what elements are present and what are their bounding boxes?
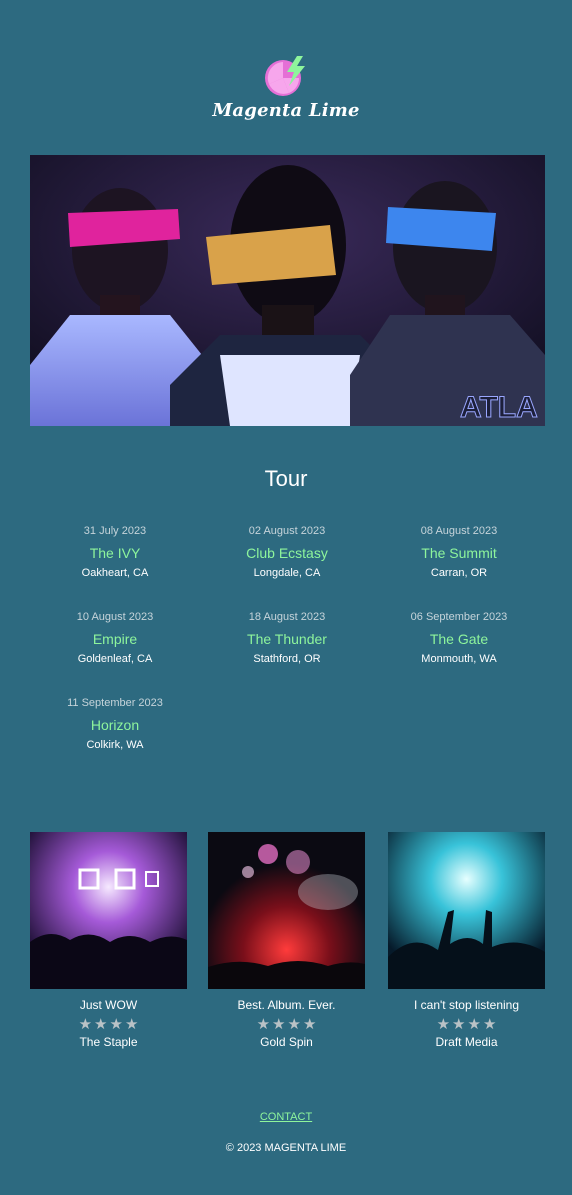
star-icon: ★ xyxy=(256,1016,271,1033)
tour-city: Monmouth, WA xyxy=(421,653,497,665)
star-rating: ★ ★ ★ ★ xyxy=(208,1016,365,1033)
review-source: The Staple xyxy=(79,1035,138,1049)
review-card: I can't stop listening ★ ★ ★ ★ Draft Media xyxy=(388,832,545,1049)
copyright: © 2023 MAGENTA LIME xyxy=(225,1142,347,1154)
star-icon: ★ xyxy=(302,1016,317,1033)
star-icon: ★ xyxy=(287,1016,301,1033)
review-source: Gold Spin xyxy=(260,1035,313,1049)
tour-event: 11 September 2023 Horizon Colkirk, WA xyxy=(30,696,200,752)
tour-city: Colkirk, WA xyxy=(86,739,144,751)
tour-event: 06 September 2023 The Gate Monmouth, WA xyxy=(374,610,544,666)
concert-crowd-purple-photo xyxy=(30,832,187,989)
tour-date: 08 August 2023 xyxy=(420,525,498,537)
tour-city: Stathford, OR xyxy=(253,653,321,665)
tour-venue: The IVY xyxy=(89,545,141,561)
star-rating: ★ ★ ★ ★ xyxy=(30,1016,187,1033)
tour-city: Longdale, CA xyxy=(253,567,321,579)
review-card: Best. Album. Ever. ★ ★ ★ ★ Gold Spin xyxy=(208,832,365,1049)
tour-date: 10 August 2023 xyxy=(76,611,154,623)
tour-date: 11 September 2023 xyxy=(67,697,163,709)
tour-venue: The Thunder xyxy=(247,631,327,647)
tour-venue: The Gate xyxy=(429,631,489,647)
star-icon: ★ xyxy=(94,1016,108,1033)
star-icon: ★ xyxy=(78,1016,93,1033)
contact-link[interactable]: CONTACT xyxy=(0,1111,572,1123)
tour-event: 02 August 2023 Club Ecstasy Longdale, CA xyxy=(202,524,372,580)
tour-venue: Club Ecstasy xyxy=(246,545,328,561)
concert-fireworks-red-photo xyxy=(208,832,365,989)
brand-logo[interactable] xyxy=(0,54,572,98)
star-icon: ★ xyxy=(272,1016,286,1033)
star-icon: ★ xyxy=(109,1016,123,1033)
tour-date: 02 August 2023 xyxy=(248,525,326,537)
star-icon: ★ xyxy=(467,1016,481,1033)
tour-venue: The Summit xyxy=(421,545,497,561)
review-card: Just WOW ★ ★ ★ ★ The Staple xyxy=(30,832,187,1049)
tour-title: Tour xyxy=(264,466,308,491)
star-icon: ★ xyxy=(482,1016,497,1033)
star-rating: ★ ★ ★ ★ xyxy=(388,1016,545,1033)
tour-date: 06 September 2023 xyxy=(410,611,508,623)
tour-city: Goldenleaf, CA xyxy=(77,653,153,665)
tour-event: 31 July 2023 The IVY Oakheart, CA xyxy=(30,524,200,580)
review-source: Draft Media xyxy=(435,1035,498,1049)
svg-text:ATLA: ATLA xyxy=(460,391,538,424)
tour-event: 18 August 2023 The Thunder Stathford, OR xyxy=(202,610,372,666)
hero-image: ATLA xyxy=(30,155,545,426)
lime-slice-lightning-icon xyxy=(265,56,305,96)
tour-venue: Horizon xyxy=(90,717,140,733)
review-quote: Just WOW xyxy=(79,998,138,1012)
tour-venue: Empire xyxy=(92,631,138,647)
tour-event: 08 August 2023 The Summit Carran, OR xyxy=(374,524,544,580)
star-icon: ★ xyxy=(436,1016,451,1033)
tour-event: 10 August 2023 Empire Goldenleaf, CA xyxy=(30,610,200,666)
tour-city: Carran, OR xyxy=(430,567,488,579)
star-icon: ★ xyxy=(452,1016,466,1033)
tour-date: 31 July 2023 xyxy=(83,525,147,537)
review-quote: I can't stop listening xyxy=(413,998,520,1012)
concert-crowd-cyan-photo xyxy=(388,832,545,989)
star-icon: ★ xyxy=(124,1016,139,1033)
tour-date: 18 August 2023 xyxy=(248,611,326,623)
tour-city: Oakheart, CA xyxy=(81,567,149,579)
review-quote: Best. Album. Ever. xyxy=(237,998,336,1012)
brand-name: Magenta Lime xyxy=(212,100,360,121)
